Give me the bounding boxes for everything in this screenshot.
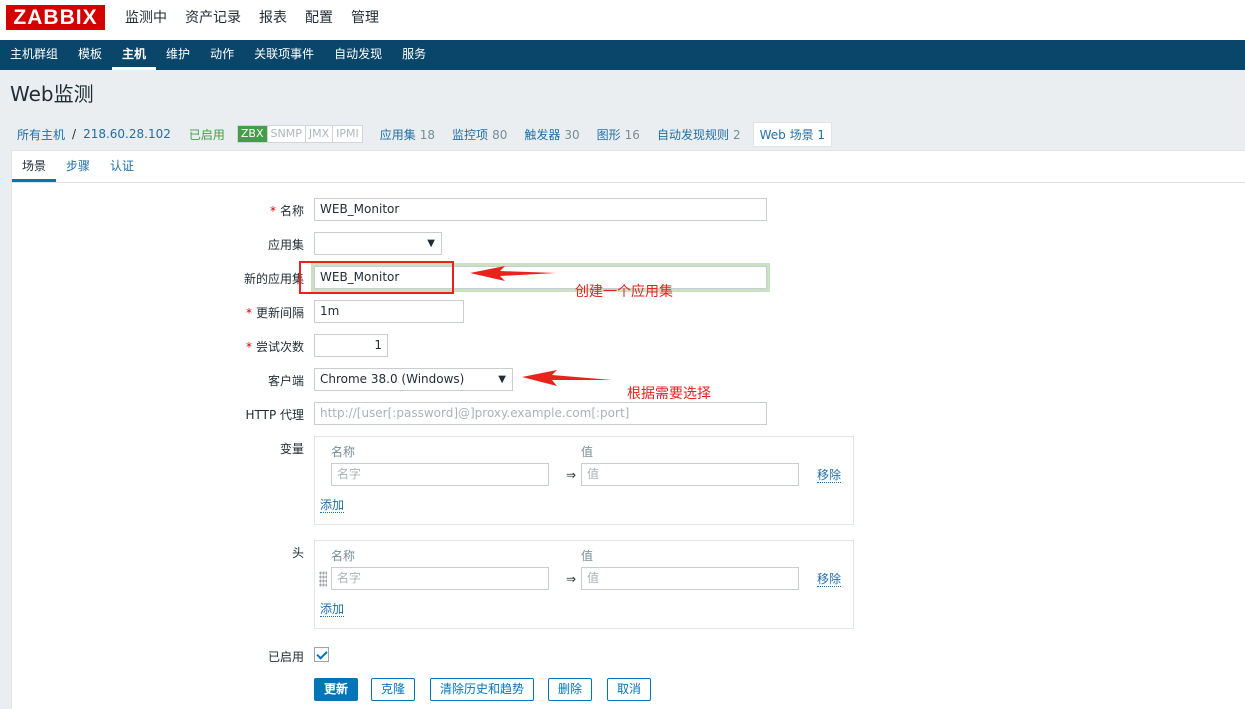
annotation-choose: 根据需要选择	[627, 386, 711, 402]
annotation-arrow-2	[522, 370, 612, 386]
annotation-arrow-1	[470, 266, 556, 281]
annotation-arrows	[470, 266, 612, 386]
annotation-create-app: 创建一个应用集	[575, 284, 673, 300]
